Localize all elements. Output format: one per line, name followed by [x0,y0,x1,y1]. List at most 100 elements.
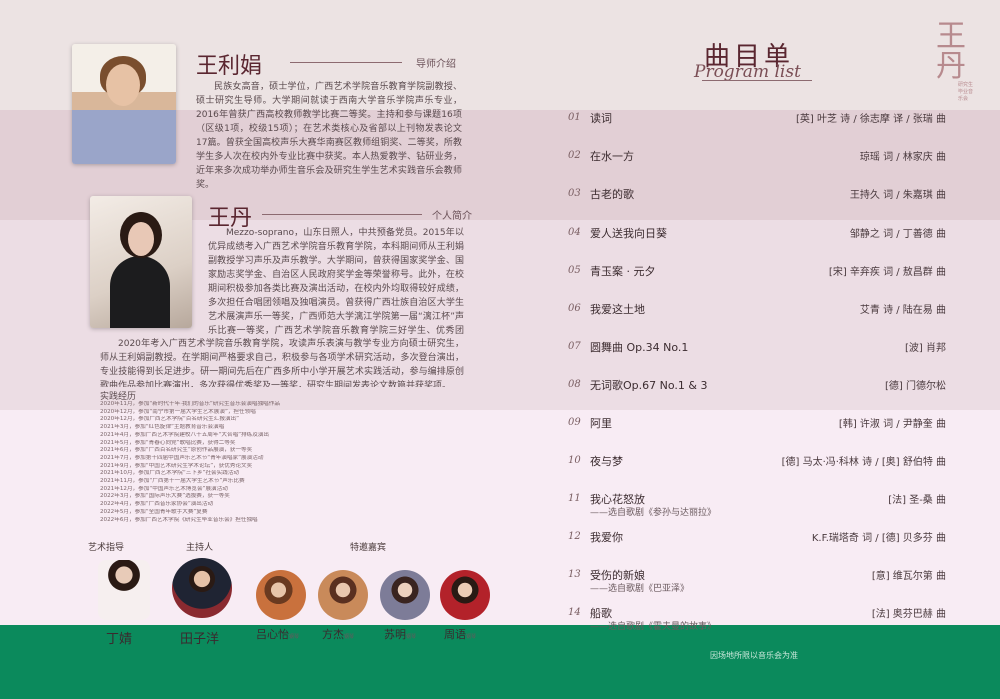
mentor-tag: 导师介绍 [416,59,456,70]
program-item-title: 读词 [590,112,612,125]
program-item-title: 夜与梦 [590,455,623,468]
experience-item: 2021年10月，参加广西艺术学院“三下乡”社会实践活动 [100,470,240,477]
student-tag: 个人简介 [432,211,472,222]
program-item: 05 青玉案 · 元夕 [宋] 辛弃疾 词 / 敖昌群 曲 [568,263,946,283]
experience-item: 2021年5月，参加“青春心向党”歌唱比赛，获得二等奖 [100,439,236,446]
program-item-source: ——选自歌剧《巴亚泽》 [590,584,690,594]
experience-item: 2021年9月，参加“中国艺术研究生学术论坛”，获优秀论文奖 [100,462,253,469]
program-item-number: 11 [568,493,581,504]
guest-name: 吕心怡钢琴 [256,628,300,641]
student-bio: Mezzo-soprano，山东日照人，中共预备党员。2015年以优异成绩考入广… [208,228,464,336]
program-item-source: ——选自歌剧《参孙与达丽拉》 [590,508,717,518]
program-item-number: 07 [568,341,581,352]
program-item: 03 古老的歌 王持久 词 / 朱嘉琪 曲 [568,186,946,206]
program-item-credit: 琼瑶 词 / 林家庆 曲 [859,152,946,163]
program-item-credit: 邹静之 词 / 丁善德 曲 [849,229,946,240]
program-item-number: 10 [568,455,581,466]
guests-label: 特邀嘉宾 [350,543,387,553]
program-item-credit: [韩] 许淑 词 / 尹静奎 曲 [838,419,946,430]
program-item-number: 02 [568,150,581,161]
mentor-photo [72,44,176,164]
program-item: 02 在水一方 琼瑶 词 / 林家庆 曲 [568,148,946,168]
program-item-number: 01 [568,112,581,123]
accompanist-name: 丁婧 [106,632,133,647]
program-item-number: 06 [568,303,581,314]
experience-item: 2022年5月，参加“全国青年歌手大赛”复赛 [100,508,208,515]
program-item-number: 13 [568,569,581,580]
guest-avatar [256,570,306,620]
program-item-credit: K.F.瑞塔奇 词 / [德] 贝多芬 曲 [811,533,946,544]
program-item: 11 我心花怒放 [法] 圣-桑 曲 ——选自歌剧《参孙与达丽拉》 [568,491,946,518]
program-item: 08 无词歌Op.67 No.1 & 3 [德] 门德尔松 [568,377,946,397]
program-item: 01 读词 [英] 叶芝 诗 / 徐志摩 译 / 张瑞 曲 [568,110,946,130]
seal-char: 王 [936,19,966,54]
program-item-title: 在水一方 [590,150,634,163]
mentor-bio: 民族女高音，硕士学位，广西艺术学院音乐教育学院副教授、硕士研究生导师。大学期间就… [196,82,462,190]
experience-item: 2021年12月，参加“中国声乐艺术博览会”展演活动 [100,485,228,492]
program-item: 06 我爱这土地 艾青 诗 / 陆在易 曲 [568,301,946,321]
program-item-title: 圆舞曲 Op.34 No.1 [590,341,689,354]
seal-char: 丹 [936,49,966,84]
experience-item: 2021年6月，参加“广西百名研究生”原创作品展演，获一等奖 [100,447,253,454]
program-item-credit: [宋] 辛弃疾 词 / 敖昌群 曲 [828,267,946,278]
program-item-credit: 王持久 词 / 朱嘉琪 曲 [849,190,946,201]
program-item-title: 青玉案 · 元夕 [590,265,656,278]
guest-name: 周语钢琴 [444,628,477,641]
mentor-name: 王利娟 [196,54,263,79]
program-item: 04 爱人送我向日葵 邹静之 词 / 丁善德 曲 [568,225,946,245]
program-item-credit: [法] 圣-桑 曲 [888,495,946,506]
experience-item: 2021年3月，参加“红色旋律”主题教育音乐会演唱 [100,424,225,431]
program-item: 12 我爱你 K.F.瑞塔奇 词 / [德] 贝多芬 曲 [568,529,946,549]
program-subtitle: Program list [694,62,801,82]
program-item-credit: [德] 门德尔松 [885,381,946,392]
program-item-number: 14 [568,607,581,618]
accompanist-label: 艺术指导 [88,543,125,553]
divider [262,214,422,215]
program-item: 10 夜与梦 [德] 马太·冯·科林 诗 / [奥] 舒伯特 曲 [568,453,946,473]
guest-name: 方杰钢琴 [322,628,355,641]
program-item-credit: [德] 马太·冯·科林 诗 / [奥] 舒伯特 曲 [781,457,946,468]
host-avatar [172,558,232,618]
program-item-title: 无词歌Op.67 No.1 & 3 [590,379,708,392]
guest-avatar [440,570,490,620]
guest-avatar [318,570,368,620]
host-name: 田子洋 [180,632,220,647]
experience-item: 2022年3月，参加“国际声乐大赛”选拔赛，获一等奖 [100,493,230,500]
divider [702,80,812,81]
experience-item: 2022年6月，参加广西艺术学院《研究生毕业音乐会》担任独唱 [100,516,258,523]
experience-item: 2020年11月，参加“新时代十年·我们的音乐”研究生音乐会演唱独唱作品 [100,401,280,407]
program-item-number: 04 [568,227,581,238]
accompanist-avatar [98,560,150,620]
program-item: 13 受伤的新娘 [意] 维瓦尔第 曲 ——选自歌剧《巴亚泽》 [568,567,946,594]
program-item-credit: [英] 叶芝 诗 / 徐志摩 译 / 张瑞 曲 [796,114,946,125]
divider [290,62,402,63]
program-item-number: 08 [568,379,581,390]
program-item: 14 船歌 [法] 奥芬巴赫 曲 ——选自歌剧《霍夫曼的故事》 [568,605,946,632]
program-item-number: 05 [568,265,581,276]
program-item-source: ——选自歌剧《霍夫曼的故事》 [590,622,717,632]
guest-avatar [380,570,430,620]
program-item-credit: [法] 奥芬巴赫 曲 [871,609,946,620]
experience-list: 2020年11月，参加“新时代十年·我们的音乐”研究生音乐会演唱独唱作品 202… [100,401,470,524]
program-item-credit: [意] 维瓦尔第 曲 [871,571,946,582]
program-item-number: 12 [568,531,581,542]
host-label: 主持人 [186,543,214,553]
seal-note: 研究生毕业音乐会 [958,82,974,102]
experience-item: 2020年12月，参加“南宁市第一届大学生艺术展演”，担任领唱 [100,408,256,415]
program-item-credit: 艾青 诗 / 陆在易 曲 [859,305,946,316]
program-item-credit: [波] 肖邦 [905,343,946,354]
program-item-title: 古老的歌 [590,188,634,201]
program-item-title: 我爱这土地 [590,303,645,316]
program-item-number: 09 [568,417,581,428]
program-item: 09 阿里 [韩] 许淑 词 / 尹静奎 曲 [568,415,946,435]
footer-note: 因场地所限以音乐会为准 [710,651,798,660]
guest-name: 苏明钢琴 [384,628,417,641]
experience-item: 2022年4月，参加“广西音乐家协会”演出活动 [100,501,214,508]
footer-band [0,625,1000,699]
experience-item: 2021年4月，参加广西艺术学院建校八十五周年“大合唱”排练及演出 [100,431,270,438]
program-item-title: 阿里 [590,417,612,430]
program-item-number: 03 [568,188,581,199]
experience-item: 2020年12月，参加广西艺术学院“百名研究生汇报演出” [100,416,240,423]
student-photo [90,196,192,328]
experience-item: 2021年7月，参加第十四届中国声乐艺术节“青年演唱家”展演活动 [100,454,264,461]
